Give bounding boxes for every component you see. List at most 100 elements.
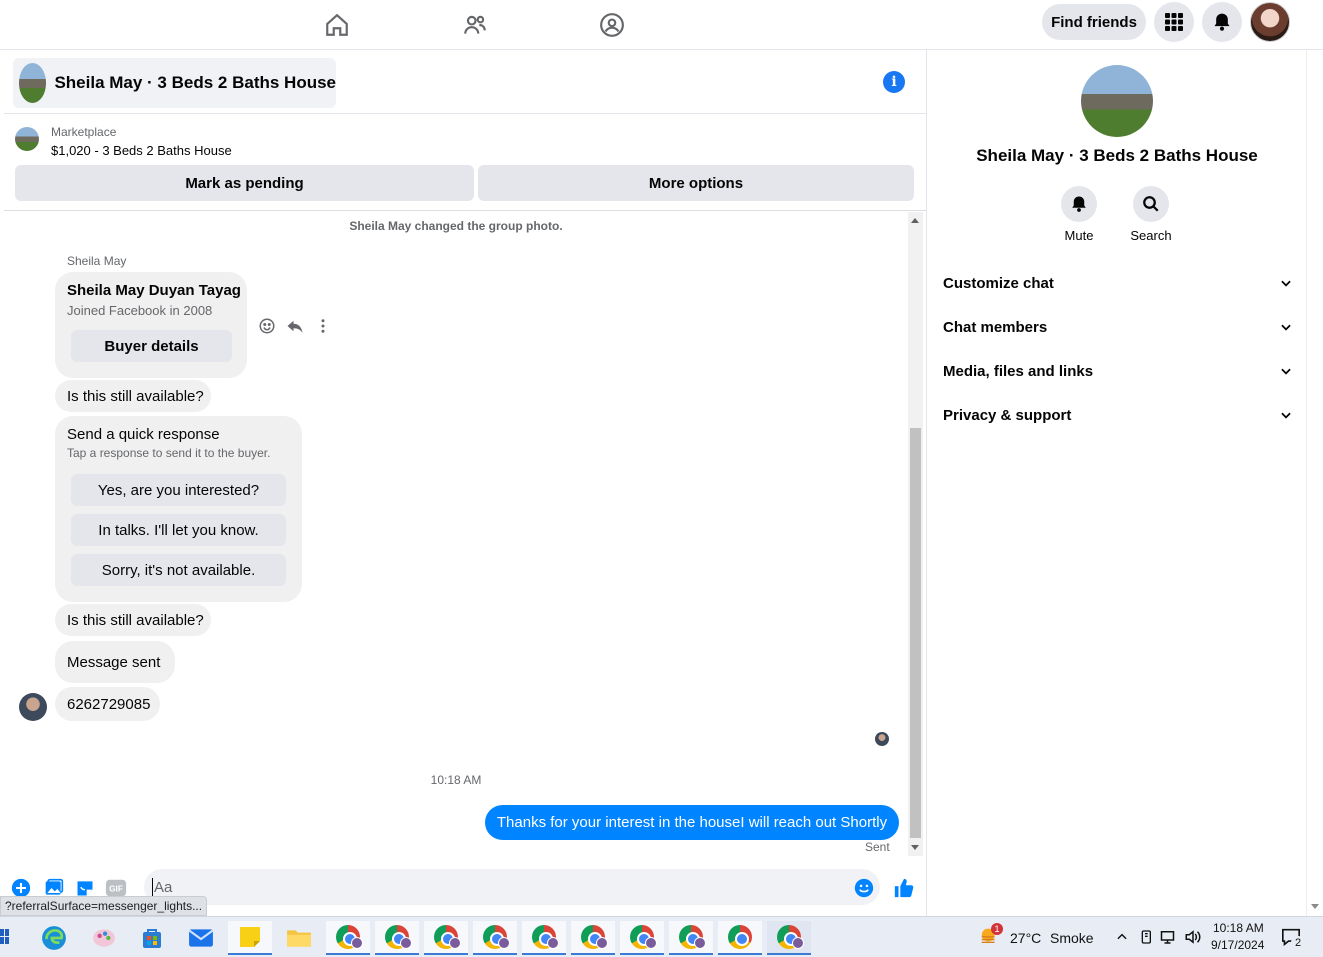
- mute-label: Mute: [1064, 228, 1094, 243]
- message-thread: Sheila May changed the group photo. Shei…: [4, 212, 908, 868]
- mute-button[interactable]: Mute: [1049, 186, 1109, 243]
- home-icon[interactable]: [320, 8, 354, 42]
- quick-response-subtitle: Tap a response to send it to the buyer.: [67, 446, 271, 460]
- chrome-profile-icon[interactable]: [767, 921, 811, 955]
- chrome-profile-icon[interactable]: [669, 921, 713, 955]
- chrome-profile-icon[interactable]: [571, 921, 615, 955]
- scroll-thumb[interactable]: [910, 428, 921, 838]
- buyer-joined: Joined Facebook in 2008: [67, 303, 213, 318]
- windows-start-icon[interactable]: [0, 929, 10, 945]
- message-input[interactable]: Aa: [144, 869, 880, 905]
- notification-count: 2: [1291, 936, 1305, 950]
- clock-time[interactable]: 10:18 AM: [1213, 921, 1264, 935]
- bell-icon: [1061, 186, 1097, 222]
- clock-date[interactable]: 9/17/2024: [1211, 938, 1264, 952]
- chevron-up-icon[interactable]: [1115, 930, 1129, 949]
- mark-as-pending-button[interactable]: Mark as pending: [15, 165, 474, 201]
- status-url-bar: ?referralSurface=messenger_lights...: [0, 896, 208, 916]
- file-explorer-icon[interactable]: [277, 921, 321, 955]
- chrome-profile-icon[interactable]: [375, 921, 419, 955]
- network-icon[interactable]: [1160, 929, 1178, 950]
- svg-text:GIF: GIF: [109, 885, 123, 894]
- marketplace-label: Marketplace: [51, 125, 117, 139]
- store-icon[interactable]: [130, 921, 174, 955]
- chrome-profile-icon[interactable]: [620, 921, 664, 955]
- group-photo-large[interactable]: [1081, 65, 1153, 137]
- profile-avatar[interactable]: [1250, 2, 1290, 42]
- sent-status: Sent: [865, 840, 890, 854]
- search-button[interactable]: Search: [1121, 186, 1181, 243]
- chat-title-button[interactable]: Sheila May · 3 Beds 2 Baths House: [13, 58, 336, 108]
- sender-name: Sheila May: [67, 254, 127, 268]
- chevron-down-icon: [1281, 368, 1291, 375]
- weather-icon[interactable]: 1: [979, 923, 1003, 945]
- page-scroll-down-arrow[interactable]: [1311, 904, 1319, 909]
- chrome-profile-icon[interactable]: [326, 921, 370, 955]
- chrome-profile-icon[interactable]: [424, 921, 468, 955]
- incoming-message: Is this still available?: [55, 380, 211, 412]
- quick-response-title: Send a quick response: [67, 426, 220, 443]
- system-message: Sheila May changed the group photo.: [349, 219, 563, 233]
- volume-icon[interactable]: [1184, 929, 1202, 950]
- timestamp: 10:18 AM: [430, 773, 482, 787]
- info-icon[interactable]: i: [883, 71, 905, 93]
- more-vertical-icon[interactable]: [313, 316, 333, 336]
- listing-title[interactable]: $1,020 - 3 Beds 2 Baths House: [51, 143, 232, 158]
- more-options-button[interactable]: More options: [478, 165, 914, 201]
- reply-icon[interactable]: [285, 316, 305, 336]
- section-media-files-links[interactable]: Media, files and links: [943, 351, 1293, 391]
- marketplace-banner: Marketplace $1,020 - 3 Beds 2 Baths Hous…: [4, 115, 926, 211]
- emoji-icon[interactable]: [853, 877, 875, 899]
- friends-icon[interactable]: [458, 8, 492, 42]
- incoming-message: Is this still available?: [55, 604, 211, 636]
- scroll-up-arrow[interactable]: [911, 218, 919, 223]
- search-icon: [1133, 186, 1169, 222]
- quick-response-option[interactable]: Yes, are you interested?: [71, 474, 286, 506]
- chevron-down-icon: [1281, 412, 1291, 419]
- panel-title: Sheila May · 3 Beds 2 Baths House: [976, 146, 1258, 165]
- groups-icon[interactable]: [595, 8, 629, 42]
- search-label: Search: [1130, 228, 1172, 243]
- incoming-message: Message sent: [55, 641, 175, 683]
- sender-avatar[interactable]: [19, 693, 47, 721]
- thread-scrollbar[interactable]: [908, 212, 923, 856]
- edge-icon[interactable]: [32, 921, 76, 955]
- chrome-profile-icon[interactable]: [473, 921, 517, 955]
- mail-icon[interactable]: [179, 921, 223, 955]
- thumbs-up-icon[interactable]: [893, 877, 915, 899]
- group-photo: [19, 63, 47, 103]
- quick-response-option[interactable]: In talks. I'll let you know.: [71, 514, 286, 546]
- top-navigation: Find friends: [0, 0, 1323, 50]
- listing-thumbnail[interactable]: [15, 127, 39, 151]
- grid-menu-icon[interactable]: [1154, 2, 1194, 42]
- chrome-profile-icon[interactable]: [522, 921, 566, 955]
- chevron-down-icon: [1281, 280, 1291, 287]
- weather-alert-badge: 1: [991, 923, 1003, 935]
- outgoing-message: Thanks for your interest in the houseI w…: [485, 805, 899, 840]
- chat-details-panel: Sheila May · 3 Beds 2 Baths House Mute S…: [926, 50, 1306, 916]
- incoming-message: 6262729085: [55, 687, 160, 721]
- windows-taskbar: 1 27°C Smoke 10:18 AM 9/17/2024 2: [0, 916, 1323, 957]
- buyer-name: Sheila May Duyan Tayag: [67, 282, 241, 299]
- section-chat-members[interactable]: Chat members: [943, 307, 1293, 347]
- buyer-details-button[interactable]: Buyer details: [71, 330, 232, 362]
- scroll-down-arrow[interactable]: [911, 845, 919, 850]
- paint-icon[interactable]: [82, 921, 126, 955]
- chrome-icon[interactable]: [718, 921, 762, 955]
- weather-temp[interactable]: 27°C: [1010, 930, 1041, 946]
- read-receipt-avatar: [875, 732, 889, 746]
- react-icon[interactable]: [257, 316, 277, 336]
- section-customize-chat[interactable]: Customize chat: [943, 263, 1293, 303]
- page-scrollbar[interactable]: [1306, 50, 1323, 916]
- weather-desc[interactable]: Smoke: [1050, 930, 1094, 946]
- notification-center-icon[interactable]: 2: [1281, 928, 1305, 951]
- find-friends-button[interactable]: Find friends: [1042, 4, 1146, 40]
- section-privacy-support[interactable]: Privacy & support: [943, 395, 1293, 435]
- quick-response-bubble: Send a quick response Tap a response to …: [55, 416, 302, 602]
- sticky-notes-icon[interactable]: [228, 921, 272, 955]
- quick-response-option[interactable]: Sorry, it's not available.: [71, 554, 286, 586]
- chat-title: Sheila May · 3 Beds 2 Baths House: [54, 73, 336, 92]
- bell-icon[interactable]: [1202, 2, 1242, 42]
- profile-card-bubble: Sheila May Duyan Tayag Joined Facebook i…: [55, 272, 247, 378]
- meet-now-icon[interactable]: [1139, 929, 1155, 950]
